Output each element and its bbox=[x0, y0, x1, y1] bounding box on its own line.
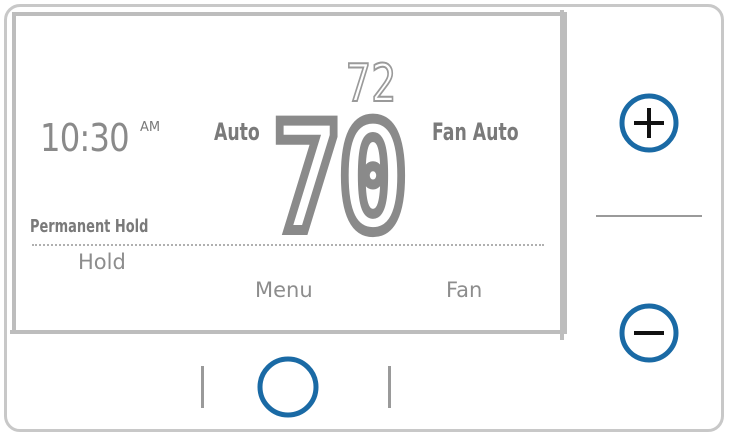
temperature-down-button[interactable] bbox=[618, 302, 680, 364]
screen-bottom-border bbox=[10, 330, 566, 334]
circle-icon bbox=[257, 356, 319, 418]
screen-right-border bbox=[560, 10, 564, 340]
current-temperature: 70 bbox=[268, 99, 412, 259]
current-temperature-value: 70 bbox=[268, 92, 412, 266]
hold-status-label: Permanent Hold bbox=[30, 216, 149, 237]
am-pm-indicator: AM bbox=[140, 120, 161, 135]
clock-display: 10:30 bbox=[40, 116, 145, 160]
system-mode-label: Auto bbox=[214, 118, 260, 146]
clock-time: 10:30 bbox=[40, 116, 130, 160]
select-right-tick bbox=[388, 366, 391, 408]
button-divider bbox=[596, 215, 702, 217]
fan-mode-label: Fan Auto bbox=[432, 118, 519, 146]
temperature-up-button[interactable] bbox=[618, 92, 680, 154]
fan-soft-key[interactable]: Fan bbox=[446, 278, 482, 302]
menu-soft-key[interactable]: Menu bbox=[255, 278, 313, 302]
select-button[interactable] bbox=[256, 355, 320, 419]
select-left-tick bbox=[201, 366, 204, 408]
hold-soft-key[interactable]: Hold bbox=[78, 250, 126, 274]
minus-icon bbox=[619, 303, 679, 363]
plus-icon bbox=[619, 93, 679, 153]
soft-key-divider bbox=[32, 244, 544, 246]
